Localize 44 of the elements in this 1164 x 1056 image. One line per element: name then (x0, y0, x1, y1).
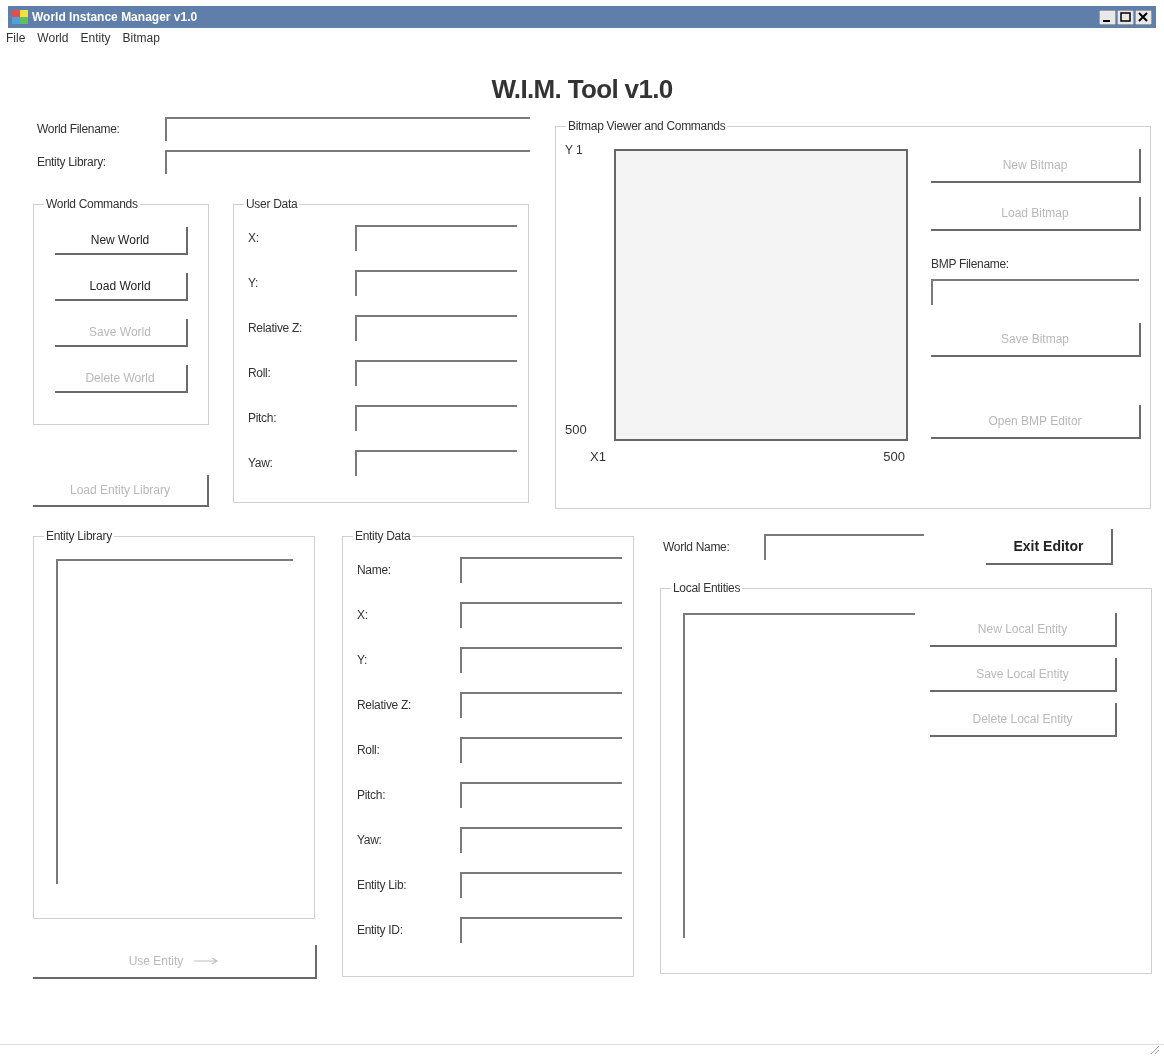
close-icon[interactable] (1135, 9, 1152, 25)
app-icon (12, 10, 28, 24)
button[interactable]: New World (54, 227, 188, 255)
field-label: BMP Filename: (931, 256, 1010, 273)
axis-label: 500 (565, 420, 588, 439)
group-title: World Commands (45, 196, 139, 213)
field-label: Entity Lib: (357, 877, 408, 894)
field-label: X: (357, 607, 369, 624)
button[interactable]: Load World (54, 273, 188, 301)
window-title: World Instance Manager v1.0 (32, 9, 198, 26)
field-label: Relative Z: (248, 320, 304, 337)
field-label: Y: (248, 275, 260, 292)
field-label: World Filename: (36, 121, 121, 138)
group-title: Local Entities (672, 580, 742, 597)
field-label: Pitch: (357, 787, 387, 804)
field-label: Roll: (357, 742, 381, 759)
group-title: Entity Data (354, 528, 412, 545)
field-label: Yaw: (248, 455, 274, 472)
resize-grip-icon[interactable] (1150, 1045, 1160, 1055)
menu-item[interactable]: File (6, 29, 26, 47)
minimize-icon[interactable] (1099, 9, 1116, 25)
group-title: Bitmap Viewer and Commands (567, 118, 727, 135)
field-label: World Name: (662, 539, 731, 556)
menu-item[interactable]: Entity (80, 29, 111, 47)
axis-label: Y 1 (565, 142, 584, 159)
group-title: User Data (245, 196, 299, 213)
field-label: Y: (357, 652, 369, 669)
field-label: Relative Z: (357, 697, 413, 714)
menu-item[interactable]: Bitmap (122, 29, 160, 47)
field-label: Entity Library: (36, 154, 107, 171)
field-label: Yaw: (357, 832, 383, 849)
arrow-icon (193, 957, 220, 965)
axis-label: X1 (590, 448, 606, 466)
field-label: Name: (357, 562, 392, 579)
field-label: Pitch: (248, 410, 278, 427)
menu-item[interactable]: World (37, 29, 69, 47)
axis-label: 500 (883, 448, 905, 466)
field-label: Entity ID: (357, 922, 404, 939)
group-title: Entity Library (45, 528, 113, 545)
field-label: X: (248, 230, 260, 247)
field-label: Roll: (248, 365, 272, 382)
app-heading: W.I.M. Tool v1.0 (491, 73, 673, 106)
maximize-icon[interactable] (1117, 9, 1134, 25)
button[interactable]: Exit Editor (986, 529, 1113, 565)
